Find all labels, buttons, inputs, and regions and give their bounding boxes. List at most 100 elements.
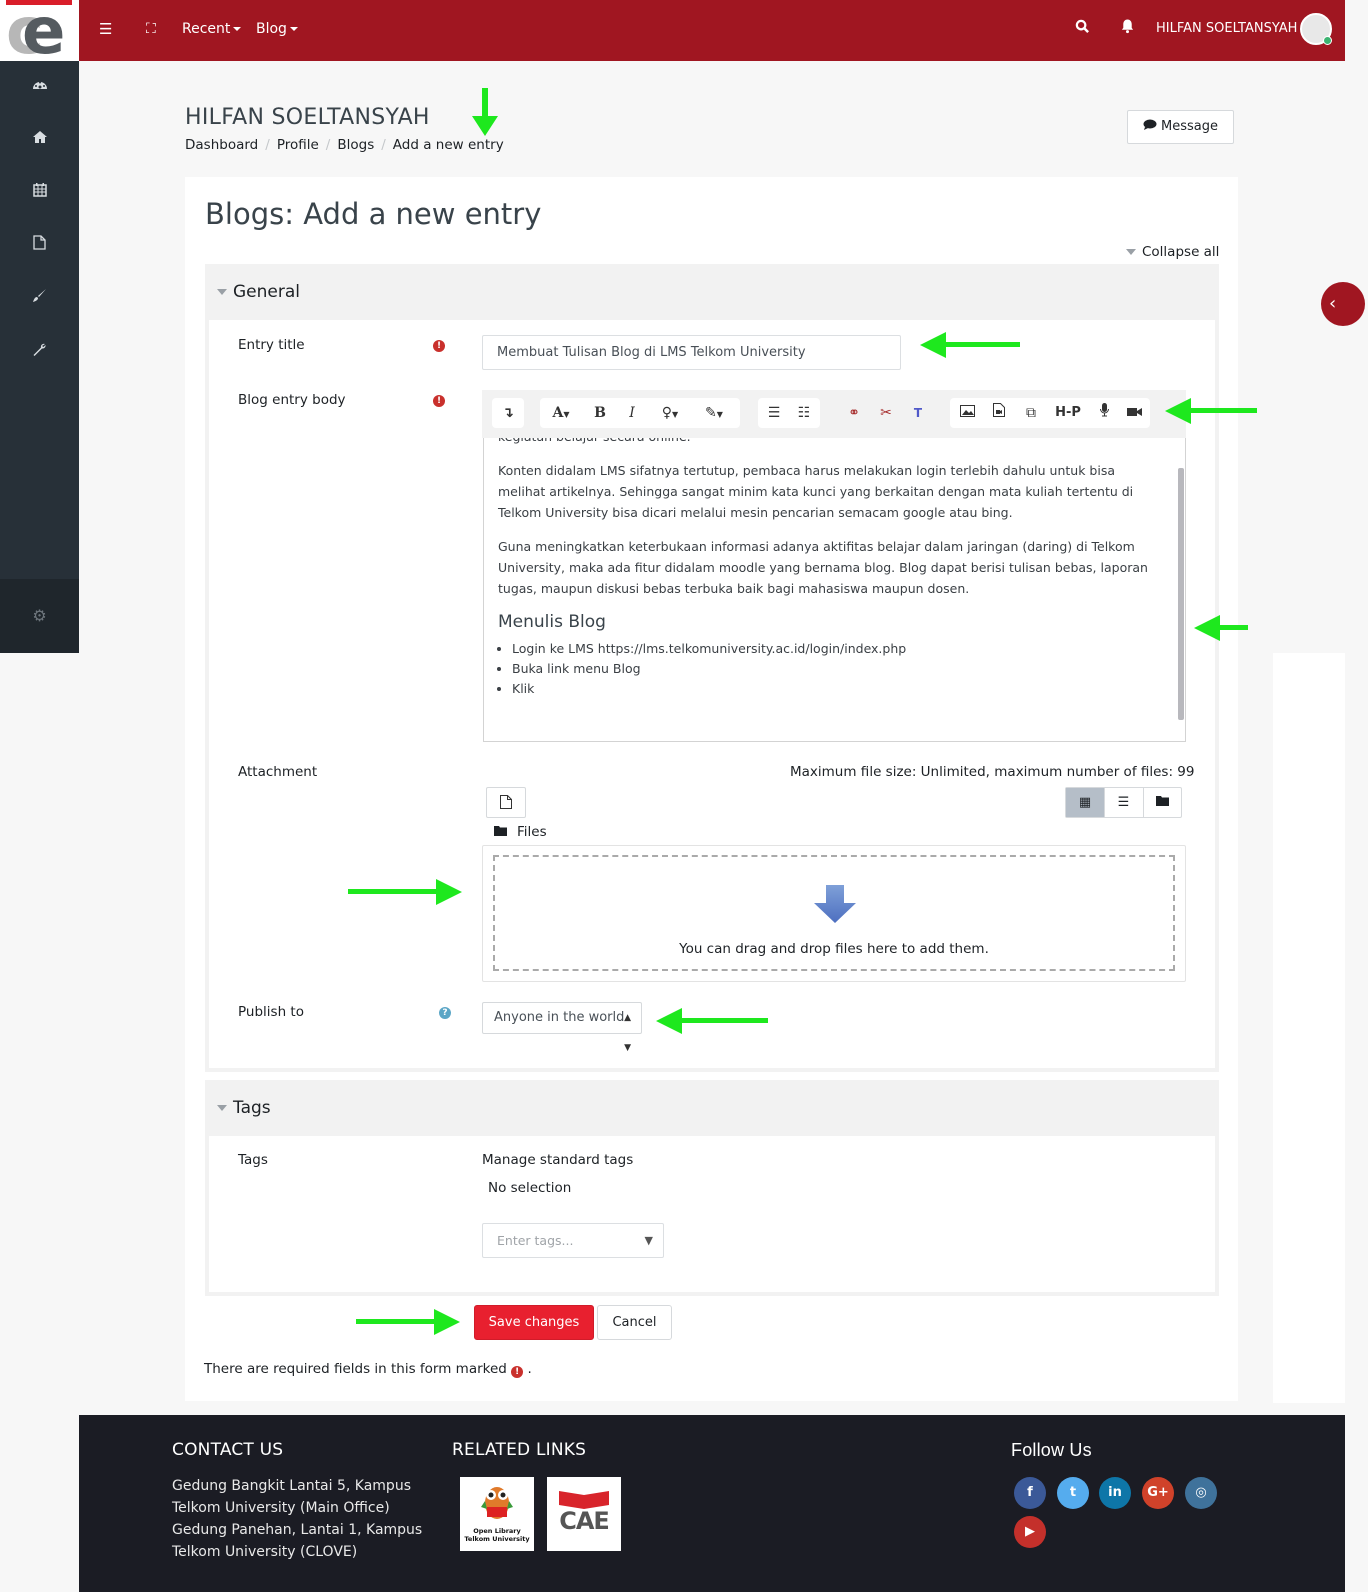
folder-view-icon[interactable] <box>1143 788 1181 817</box>
caret-down-icon <box>217 1105 227 1111</box>
video-camera-icon[interactable] <box>1120 398 1148 428</box>
open-drawer-button[interactable]: ‹ <box>1321 282 1365 326</box>
sidebar-item-settings[interactable] <box>0 337 79 367</box>
publish-to-select[interactable]: Anyone in the world ▲ ▼ <box>482 1002 642 1053</box>
dashboard-icon <box>32 76 48 95</box>
cancel-button[interactable]: Cancel <box>597 1305 672 1340</box>
files-folder[interactable]: Files <box>494 824 547 840</box>
collapse-all-label: Collapse all <box>1142 244 1220 260</box>
blog-body-label: Blog entry body <box>238 392 346 408</box>
manage-standard-tags-link[interactable]: Manage standard tags <box>482 1152 633 1168</box>
sidebar-item-calendar[interactable] <box>0 177 79 207</box>
fieldset-general-header[interactable]: General <box>205 264 1219 320</box>
files-label: Files <box>517 824 547 840</box>
tags-placeholder: Enter tags... <box>497 1233 574 1248</box>
collapse-toolbar-icon[interactable]: ↴ <box>492 398 524 428</box>
recent-menu[interactable]: Recent <box>182 19 242 39</box>
bell-icon[interactable] <box>1120 18 1135 40</box>
blog-menu[interactable]: Blog <box>256 19 298 39</box>
avatar[interactable] <box>1300 13 1332 45</box>
help-icon[interactable]: ? <box>439 1007 451 1019</box>
linkedin-icon[interactable]: in <box>1099 1477 1131 1509</box>
search-icon[interactable] <box>1075 18 1090 40</box>
teams-meeting-icon[interactable]: T <box>906 398 930 428</box>
italic-button[interactable]: I <box>618 398 646 428</box>
calendar-icon <box>32 182 47 201</box>
folder-icon <box>494 824 517 840</box>
breadcrumb-separator: / <box>265 137 270 153</box>
add-file-button[interactable] <box>486 787 526 818</box>
microphone-icon[interactable] <box>1090 398 1118 428</box>
sidebar-item-home[interactable] <box>0 124 79 154</box>
tags-no-selection: No selection <box>488 1180 572 1196</box>
editor-list-item: Klik <box>512 679 1164 699</box>
breadcrumb-blogs[interactable]: Blogs <box>337 137 374 153</box>
link-icon[interactable]: ⚭ <box>842 398 866 428</box>
editor-list-item: Buka link menu Blog <box>512 659 1164 679</box>
file-icon <box>500 795 512 811</box>
media-icon[interactable] <box>984 398 1014 428</box>
fieldset-general-legend: General <box>233 282 300 302</box>
editor-toolbar: ↴ A▼ B I ♀▼ ✎▼ ☰ ☷ ⚭ ✂ T ⧉ H-P <box>482 390 1186 438</box>
caret-down-icon <box>233 27 242 31</box>
entry-title-input[interactable]: Membuat Tulisan Blog di LMS Telkom Unive… <box>482 335 901 370</box>
message-button[interactable]: Message <box>1127 110 1234 144</box>
breadcrumb-current: Add a new entry <box>392 137 504 153</box>
online-status-dot <box>1323 36 1332 45</box>
unordered-list-icon[interactable]: ☰ <box>760 398 788 428</box>
breadcrumb-profile[interactable]: Profile <box>277 137 319 153</box>
toolbar-group-style: A▼ B I ♀▼ ✎▼ <box>540 398 740 428</box>
unlink-icon[interactable]: ✂ <box>874 398 898 428</box>
google-plus-icon[interactable]: G+ <box>1142 1477 1174 1509</box>
facebook-icon[interactable]: f <box>1014 1477 1046 1509</box>
cae-text: CAE <box>559 1507 610 1535</box>
recent-label: Recent <box>182 21 231 37</box>
user-menu[interactable]: HILFAN SOELTANSYAH <box>1156 19 1297 39</box>
fieldset-tags-header[interactable]: Tags <box>205 1080 1219 1136</box>
list-view-icon[interactable]: ☰ <box>1104 788 1142 817</box>
sidebar-item-themes[interactable] <box>0 283 79 313</box>
font-style-button[interactable]: A▼ <box>544 398 578 428</box>
editor-list: Login ke LMS https://lms.telkomuniversit… <box>498 639 1164 699</box>
attachment-label: Attachment <box>238 764 318 780</box>
ordered-list-icon[interactable]: ☷ <box>790 398 818 428</box>
annotation-arrow-left <box>920 332 1020 358</box>
editor-content[interactable]: kegiatan belajar secara online. Konten d… <box>498 438 1164 699</box>
bold-button[interactable]: B <box>586 398 614 428</box>
youtube-icon[interactable]: ▶ <box>1014 1516 1046 1548</box>
open-library-logo[interactable]: Open Library Telkom University <box>460 1477 534 1551</box>
expand-icon[interactable]: ⛶ <box>146 18 156 40</box>
toolbar-group-media: ⧉ H-P <box>950 398 1150 428</box>
cae-logo[interactable]: CAE <box>547 1477 621 1551</box>
save-changes-button[interactable]: Save changes <box>474 1305 594 1340</box>
open-library-line2: Telkom University <box>464 1535 530 1543</box>
dropzone-text: You can drag and drop files here to add … <box>679 941 989 957</box>
twitter-icon[interactable]: t <box>1057 1477 1089 1509</box>
required-fields-note: There are required fields in this form m… <box>204 1361 532 1378</box>
hamburger-icon[interactable]: ☰ <box>99 18 112 40</box>
blog-body-editor[interactable]: kegiatan belajar secara online. Konten d… <box>483 438 1186 742</box>
site-logo[interactable]: c e <box>0 0 79 61</box>
editor-paragraph-partial: kegiatan belajar secara online. <box>498 438 1164 447</box>
manage-files-icon[interactable]: ⧉ <box>1016 398 1046 428</box>
tags-input[interactable]: Enter tags... ▼ <box>482 1223 664 1258</box>
breadcrumb-dashboard[interactable]: Dashboard <box>185 137 258 153</box>
fieldset-tags-legend: Tags <box>233 1098 271 1118</box>
right-drawer-area <box>1273 653 1345 1403</box>
sidebar-item-files[interactable] <box>0 230 79 260</box>
grid-view-icon[interactable]: ▦ <box>1066 788 1104 817</box>
caret-down-icon <box>289 27 298 31</box>
h5p-icon[interactable]: H-P <box>1048 398 1088 428</box>
lightbulb-button[interactable]: ♀▼ <box>652 398 688 428</box>
cogs-icon[interactable]: ⚙ <box>0 601 79 631</box>
dropdown-arrow-icon[interactable]: ▼ <box>645 1224 653 1257</box>
paintbrush-button[interactable]: ✎▼ <box>694 398 734 428</box>
sidebar-item-dashboard[interactable] <box>0 71 79 101</box>
contact-address: Gedung Bangkit Lantai 5, Kampus Telkom U… <box>172 1475 432 1563</box>
collapse-all-link[interactable]: Collapse all <box>1126 244 1219 260</box>
file-dropzone[interactable]: You can drag and drop files here to add … <box>493 855 1175 971</box>
instagram-icon[interactable]: ◎ <box>1185 1477 1217 1509</box>
editor-list-item: Login ke LMS https://lms.telkomuniversit… <box>512 639 1164 659</box>
image-icon[interactable] <box>952 398 982 428</box>
editor-scrollbar[interactable] <box>1178 468 1184 720</box>
